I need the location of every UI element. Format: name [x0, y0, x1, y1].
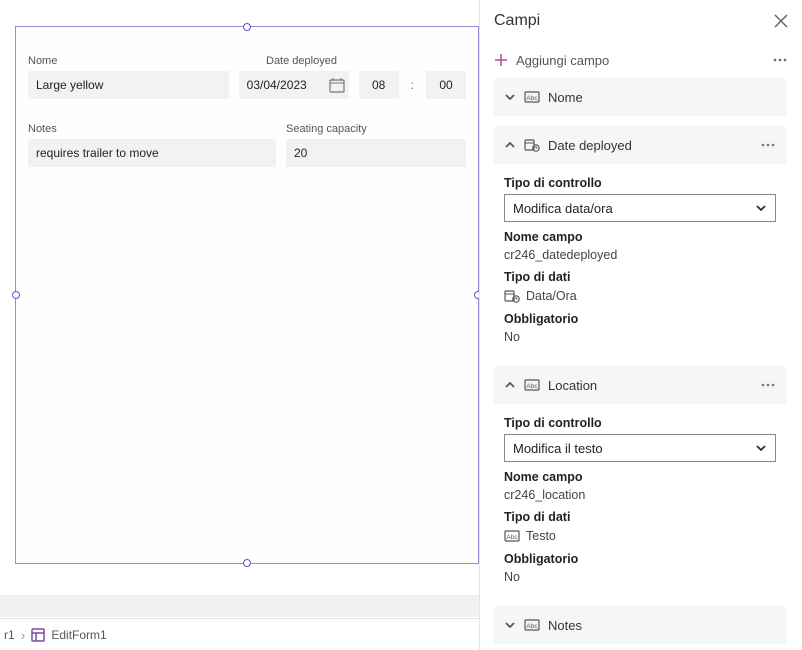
- field-card-notes: Notes: [494, 606, 786, 644]
- control-type-select[interactable]: Modifica il testo: [504, 434, 776, 462]
- fields-panel: Campi Aggiungi campo Nome Date deployed: [479, 0, 802, 650]
- design-canvas: Nome Date deployed : Notes Seating capac…: [0, 0, 479, 650]
- prop-label-data-type: Tipo di dati: [504, 270, 776, 284]
- control-type-value: Modifica il testo: [513, 441, 603, 456]
- breadcrumb: r1 › EditForm1: [0, 618, 479, 650]
- field-label-name: Nome: [28, 55, 256, 67]
- close-icon[interactable]: [774, 14, 788, 28]
- prop-value-field-name: cr246_location: [504, 488, 776, 502]
- panel-title: Campi: [494, 12, 540, 30]
- prop-label-data-type: Tipo di dati: [504, 510, 776, 524]
- edit-form[interactable]: Nome Date deployed : Notes Seating capac…: [15, 26, 479, 564]
- add-field-button[interactable]: Aggiungi campo: [494, 53, 609, 68]
- prop-value-data-type: Data/Ora: [526, 289, 577, 303]
- name-field[interactable]: [28, 71, 229, 99]
- chevron-up-icon: [504, 379, 516, 391]
- selection-handle[interactable]: [243, 559, 251, 567]
- field-card-header[interactable]: Notes: [494, 606, 786, 644]
- prop-label-required: Obbligatorio: [504, 312, 776, 326]
- chevron-down-icon: [504, 619, 516, 631]
- datetime-type-icon: [504, 288, 520, 304]
- chevron-up-icon: [504, 139, 516, 151]
- add-field-label: Aggiungi campo: [516, 53, 609, 68]
- prop-value-data-type: Testo: [526, 529, 556, 543]
- field-card-title: Nome: [548, 90, 583, 105]
- field-card-title: Notes: [548, 618, 582, 633]
- more-icon[interactable]: [760, 137, 776, 153]
- chevron-down-icon: [504, 91, 516, 103]
- prop-value-field-name: cr246_datedeployed: [504, 248, 776, 262]
- text-type-icon: [524, 617, 540, 633]
- hour-field[interactable]: [359, 71, 399, 99]
- field-card-date-deployed: Date deployed Tipo di controllo Modifica…: [494, 126, 786, 356]
- control-type-value: Modifica data/ora: [513, 201, 613, 216]
- field-card-title: Date deployed: [548, 138, 632, 153]
- prop-value-required: No: [504, 570, 776, 584]
- breadcrumb-current[interactable]: EditForm1: [51, 628, 106, 642]
- text-type-icon: [524, 377, 540, 393]
- prop-label-required: Obbligatorio: [504, 552, 776, 566]
- datetime-type-icon: [524, 137, 540, 153]
- field-card-header[interactable]: Nome: [494, 78, 786, 116]
- more-icon[interactable]: [772, 52, 788, 68]
- field-card-title: Location: [548, 378, 597, 393]
- calendar-icon[interactable]: [329, 77, 345, 93]
- text-type-icon: [524, 89, 540, 105]
- seating-field[interactable]: [286, 139, 466, 167]
- prop-label-control-type: Tipo di controllo: [504, 416, 776, 430]
- field-label-seating: Seating capacity: [286, 123, 466, 135]
- breadcrumb-prev[interactable]: r1: [4, 628, 15, 642]
- more-icon[interactable]: [760, 377, 776, 393]
- field-card-header[interactable]: Location: [494, 366, 786, 404]
- selection-handle[interactable]: [243, 23, 251, 31]
- canvas-footer-strip: [0, 595, 479, 617]
- prop-label-control-type: Tipo di controllo: [504, 176, 776, 190]
- time-colon: :: [409, 71, 416, 99]
- notes-field[interactable]: [28, 139, 276, 167]
- text-type-icon: [504, 528, 520, 544]
- field-card-location: Location Tipo di controllo Modifica il t…: [494, 366, 786, 596]
- prop-label-field-name: Nome campo: [504, 470, 776, 484]
- minute-field[interactable]: [426, 71, 466, 99]
- chevron-right-icon: ›: [21, 627, 26, 643]
- control-type-select[interactable]: Modifica data/ora: [504, 194, 776, 222]
- chevron-down-icon: [755, 442, 767, 454]
- prop-label-field-name: Nome campo: [504, 230, 776, 244]
- field-card-nome: Nome: [494, 78, 786, 116]
- form-icon: [31, 628, 45, 642]
- field-label-date-deployed: Date deployed: [266, 55, 466, 67]
- plus-icon: [494, 53, 508, 67]
- fields-scroll[interactable]: Nome Date deployed Tipo di controllo Mod…: [480, 78, 800, 650]
- field-card-header[interactable]: Date deployed: [494, 126, 786, 164]
- chevron-down-icon: [755, 202, 767, 214]
- selection-handle[interactable]: [12, 291, 20, 299]
- field-label-notes: Notes: [28, 123, 276, 135]
- prop-value-required: No: [504, 330, 776, 344]
